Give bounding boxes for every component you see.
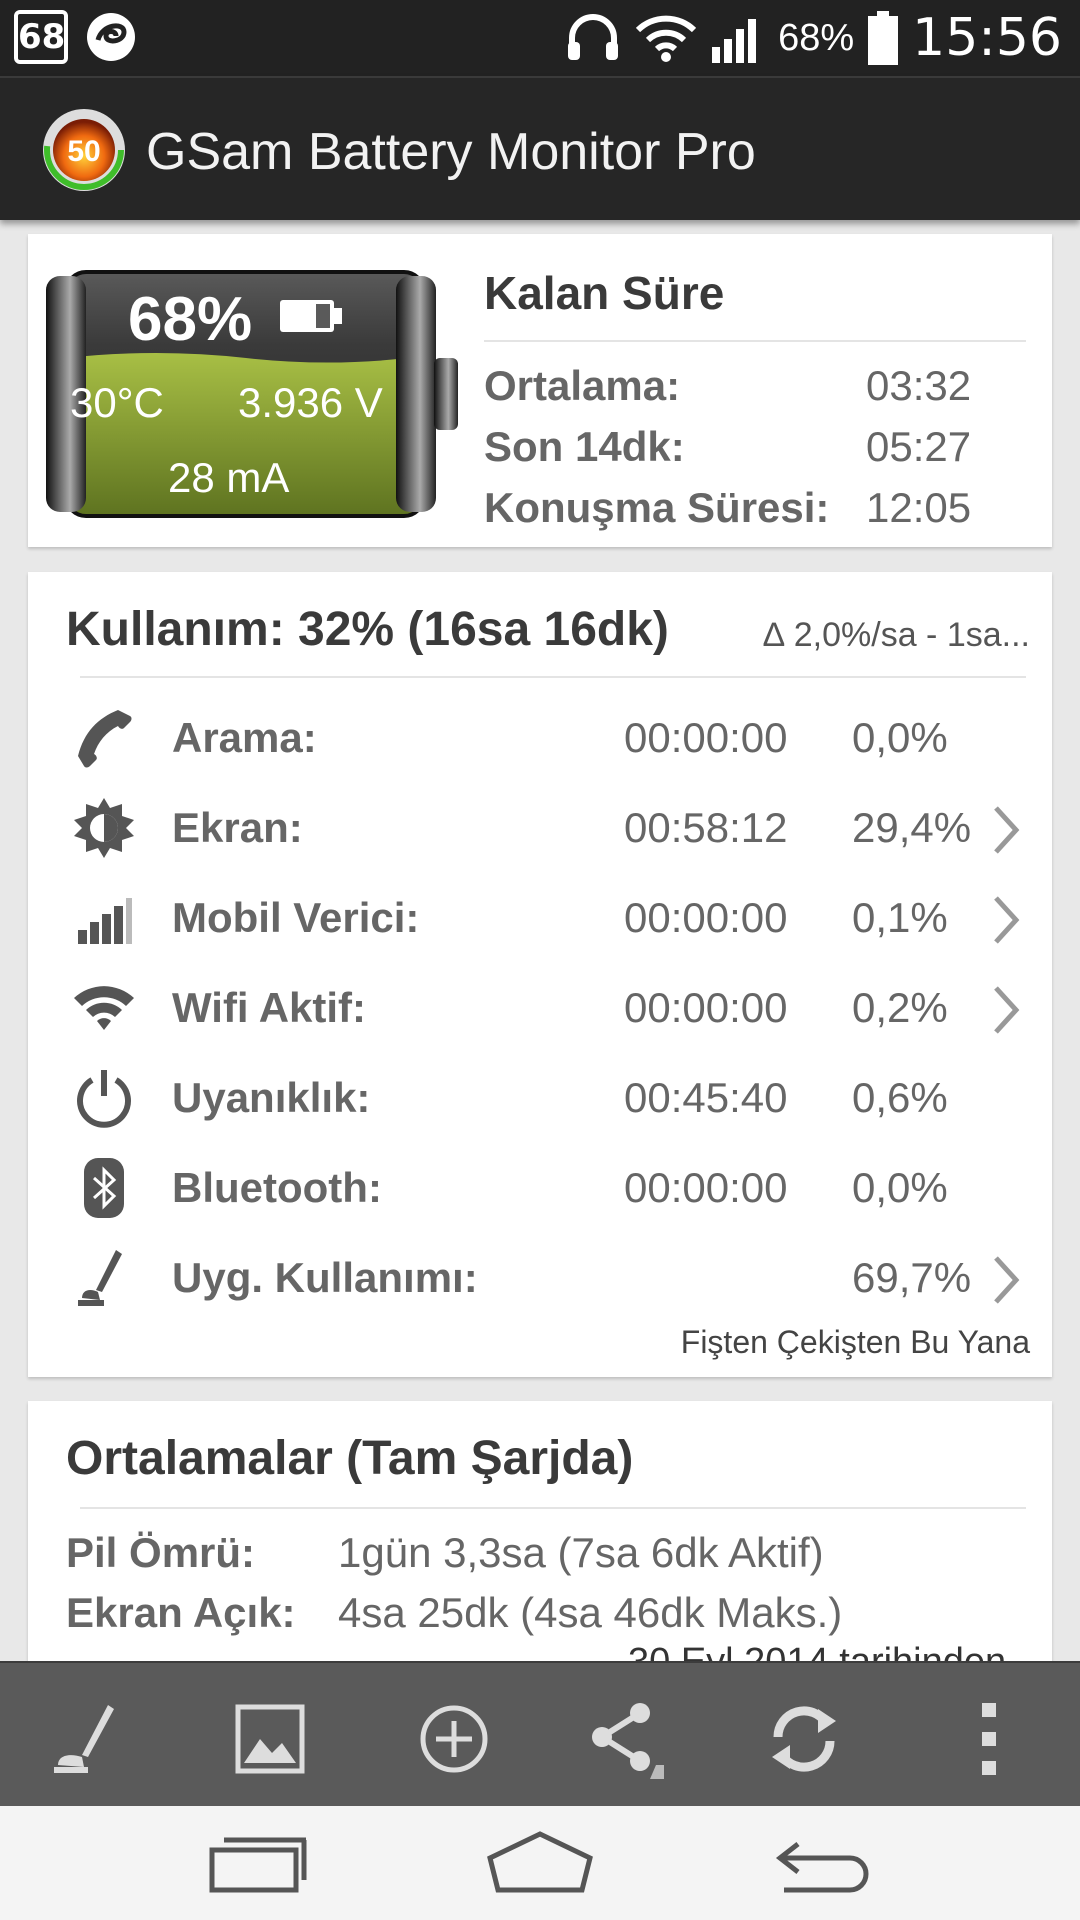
usage-time: 00:00:00	[624, 714, 788, 761]
notification-count-icon: 68	[14, 10, 68, 64]
usage-percent: 0,2%	[852, 984, 948, 1031]
averages-title: Ortalamalar (Tam Şarjda)	[66, 1432, 634, 1485]
clock: 15:56	[912, 8, 1062, 68]
usage-row-app-usage[interactable]: Uyg. Kullanımı: 69,7%	[28, 1238, 1052, 1318]
usage-label: Ekran:	[172, 804, 303, 851]
usage-footer-note: Fişten Çekişten Bu Yana	[680, 1324, 1030, 1360]
image-icon[interactable]	[230, 1699, 310, 1779]
back-icon[interactable]	[764, 1828, 884, 1898]
battery-percent-text: 68%	[778, 16, 855, 59]
usage-row-screen[interactable]: Ekran: 00:58:12 29,4%	[28, 788, 1052, 868]
usage-time: 00:00:00	[624, 984, 788, 1031]
usage-percent: 0,6%	[852, 1074, 948, 1121]
usage-percent: 29,4%	[852, 804, 972, 851]
averages-value: 4sa 25dk (4sa 46dk Maks.)	[338, 1589, 843, 1636]
battery-level: 68%	[128, 285, 253, 354]
app-logo-value: 50	[67, 135, 100, 168]
battery-status-card[interactable]: 68% 30°C 3.936 V 28 mA Kalan Süre Ortala…	[28, 234, 1052, 547]
usage-card[interactable]: Kullanım: 32% (16sa 16dk) ∆ 2,0%/sa - 1s…	[28, 572, 1052, 1377]
divider	[80, 676, 1026, 678]
bottom-action-bar	[0, 1661, 1080, 1808]
app-usage-icon	[78, 1250, 122, 1306]
remaining-row-average: Ortalama: 03:32	[484, 362, 971, 410]
phone-icon	[78, 710, 132, 768]
power-icon	[77, 1070, 131, 1128]
usage-row-awake: Uyanıklık: 00:45:40 0,6%	[28, 1058, 1052, 1138]
share-icon[interactable]	[584, 1699, 664, 1779]
usage-label: Uyanıklık:	[172, 1074, 371, 1121]
battery-temperature: 30°C	[70, 379, 164, 426]
averages-label: Ekran Açık:	[66, 1589, 296, 1636]
remaining-value: 05:27	[866, 423, 972, 470]
signal-bars-icon	[78, 898, 132, 944]
app-bar: 50 GSam Battery Monitor Pro	[0, 76, 1080, 220]
usage-percent: 69,7%	[852, 1254, 972, 1301]
averages-since-note: 30 Eyl 2014 tarihinden beri	[628, 1641, 1052, 1661]
averages-card[interactable]: Ortalamalar (Tam Şarjda) Pil Ömrü: 1gün …	[28, 1401, 1052, 1661]
chevron-right-icon[interactable]	[988, 802, 1024, 858]
usage-percent: 0,0%	[852, 714, 948, 761]
chevron-right-icon[interactable]	[988, 892, 1024, 948]
averages-value: 1gün 3,3sa (7sa 6dk Aktif)	[338, 1529, 824, 1576]
battery-charge-icon	[280, 300, 342, 332]
usage-row-wifi[interactable]: Wifi Aktif: 00:00:00 0,2%	[28, 968, 1052, 1048]
wifi-status-icon	[636, 15, 697, 62]
averages-row-battery-life: Pil Ömrü: 1gün 3,3sa (7sa 6dk Aktif)	[66, 1529, 824, 1577]
wifi-icon	[74, 986, 134, 1030]
app-title: GSam Battery Monitor Pro	[146, 123, 756, 181]
remaining-row-last14: Son 14dk: 05:27	[484, 423, 971, 471]
system-navigation-bar	[0, 1806, 1080, 1920]
battery-voltage: 3.936 V	[238, 379, 383, 426]
app-logo-icon[interactable]: 50	[40, 106, 128, 194]
recent-apps-icon[interactable]	[196, 1828, 316, 1898]
usage-row-bluetooth: Bluetooth: 00:00:00 0,0%	[28, 1148, 1052, 1228]
usage-label: Mobil Verici:	[172, 894, 420, 941]
usage-label: Arama:	[172, 714, 317, 761]
screen-brightness-icon	[74, 798, 134, 858]
bluetooth-icon	[84, 1158, 124, 1218]
divider	[484, 340, 1026, 342]
usage-title: Kullanım: 32% (16sa 16dk)	[66, 603, 669, 656]
usage-label: Bluetooth:	[172, 1164, 382, 1211]
usage-percent: 0,0%	[852, 1164, 948, 1211]
battery-status-icon	[868, 11, 899, 65]
remaining-label: Konuşma Süresi:	[484, 484, 830, 531]
chevron-right-icon[interactable]	[988, 982, 1024, 1038]
usage-label: Uyg. Kullanımı:	[172, 1254, 478, 1301]
headset-icon	[568, 14, 619, 60]
chevron-right-icon[interactable]	[988, 1252, 1024, 1308]
usage-time: 00:45:40	[624, 1074, 788, 1121]
refresh-icon[interactable]	[764, 1699, 844, 1779]
remaining-time-title: Kalan Süre	[484, 267, 725, 319]
averages-label: Pil Ömrü:	[66, 1529, 256, 1576]
remaining-row-talk: Konuşma Süresi: 12:05	[484, 484, 971, 532]
home-icon[interactable]	[480, 1828, 600, 1898]
cell-signal-icon	[712, 19, 757, 63]
app-usage-icon[interactable]	[50, 1699, 130, 1779]
remaining-value: 03:32	[866, 362, 972, 409]
usage-rate: ∆ 2,0%/sa - 1sa...	[763, 616, 1030, 654]
overflow-menu-icon[interactable]	[950, 1699, 1030, 1779]
remaining-value: 12:05	[866, 484, 972, 531]
usage-time: 00:00:00	[624, 894, 788, 941]
usage-time: 00:58:12	[624, 804, 788, 851]
add-circle-icon[interactable]	[414, 1699, 494, 1779]
status-bar: 68 68% 15:56	[0, 0, 1080, 76]
swirl-notification-icon	[87, 13, 135, 61]
usage-time: 00:00:00	[624, 1164, 788, 1211]
remaining-label: Ortalama:	[484, 362, 681, 409]
averages-row-screen-on: Ekran Açık: 4sa 25dk (4sa 46dk Maks.)	[66, 1589, 842, 1637]
battery-current: 28 mA	[168, 454, 290, 501]
usage-percent: 0,1%	[852, 894, 948, 941]
usage-label: Wifi Aktif:	[172, 984, 367, 1031]
usage-row-call: Arama: 00:00:00 0,0%	[28, 698, 1052, 778]
remaining-label: Son 14dk:	[484, 423, 685, 470]
usage-row-mobile-radio[interactable]: Mobil Verici: 00:00:00 0,1%	[28, 878, 1052, 958]
divider	[80, 1507, 1026, 1509]
